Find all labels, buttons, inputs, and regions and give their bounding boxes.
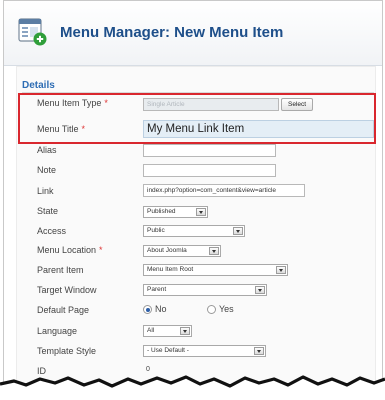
link-field: index.php?option=com_content&view=articl… bbox=[143, 184, 305, 197]
highlight-box bbox=[18, 93, 376, 144]
state-label: State bbox=[37, 206, 59, 216]
default-page-yes-label: Yes bbox=[219, 304, 234, 314]
default-page-no-radio[interactable] bbox=[143, 305, 152, 314]
parent-item-select[interactable]: Menu Item Root bbox=[143, 264, 288, 276]
page-title: Menu Manager: New Menu Item bbox=[60, 24, 284, 41]
parent-item-label: Parent Item bbox=[37, 265, 84, 275]
menu-manager-icon bbox=[18, 18, 47, 46]
required-marker: * bbox=[99, 245, 103, 255]
torn-edge bbox=[0, 375, 385, 400]
language-select[interactable]: All bbox=[143, 325, 192, 337]
default-page-yes-radio[interactable] bbox=[207, 305, 216, 314]
target-window-label: Target Window bbox=[37, 285, 97, 295]
state-select[interactable]: Published bbox=[143, 206, 208, 218]
chevron-down-icon bbox=[255, 286, 265, 294]
chevron-down-icon bbox=[180, 327, 190, 335]
access-label: Access bbox=[37, 226, 67, 236]
default-page-no-label: No bbox=[155, 304, 167, 314]
menu-location-select[interactable]: About Joomla bbox=[143, 245, 221, 257]
menu-location-label: Menu Location * bbox=[37, 245, 103, 255]
alias-input[interactable] bbox=[143, 144, 276, 157]
note-input[interactable] bbox=[143, 164, 276, 177]
language-label: Language bbox=[37, 326, 78, 336]
page-header: Menu Manager: New Menu Item bbox=[4, 1, 382, 66]
section-title-details: Details bbox=[22, 80, 55, 91]
chevron-down-icon bbox=[276, 266, 286, 274]
default-page-label: Default Page bbox=[37, 305, 90, 315]
chevron-down-icon bbox=[233, 227, 243, 235]
chevron-down-icon bbox=[209, 247, 219, 255]
target-window-select[interactable]: Parent bbox=[143, 284, 267, 296]
note-label: Note bbox=[37, 165, 57, 175]
alias-label: Alias bbox=[37, 145, 57, 155]
chevron-down-icon bbox=[196, 208, 206, 216]
link-label: Link bbox=[37, 186, 54, 196]
access-select[interactable]: Public bbox=[143, 225, 245, 237]
